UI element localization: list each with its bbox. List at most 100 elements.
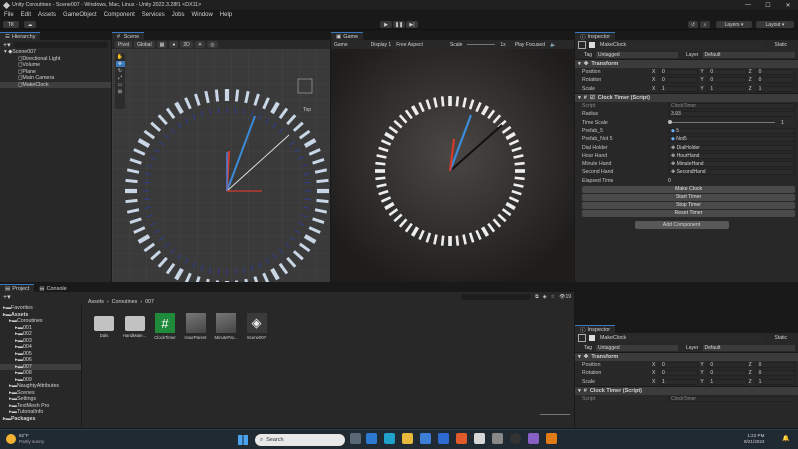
display-dropdown[interactable]: Display 1	[371, 42, 392, 48]
pivot-dropdown[interactable]: Pivot	[115, 41, 133, 48]
tag-dropdown[interactable]: Untagged	[596, 344, 678, 351]
hour-hand-field[interactable]: ✥ HourHand	[668, 152, 795, 159]
breadcrumb-assets[interactable]: Assets	[88, 299, 104, 305]
prefab5-field[interactable]: ◆ 5	[668, 127, 795, 134]
move-tool-icon[interactable]: ✥	[115, 61, 125, 67]
icon-size-slider[interactable]	[540, 414, 570, 415]
radius-field[interactable]: 3.93	[668, 111, 795, 118]
game-mode-dropdown[interactable]: Game	[334, 42, 348, 48]
stop-timer-button[interactable]: Stop Timer	[582, 201, 795, 209]
menu-assets[interactable]: Assets	[38, 12, 56, 18]
position-z-field[interactable]: 0	[755, 362, 795, 369]
store-icon[interactable]	[420, 433, 431, 444]
weather-widget[interactable]: 82°F Partly sunny	[6, 433, 44, 445]
object-name-field[interactable]: MakeClock	[598, 334, 764, 342]
unity-hub-icon[interactable]	[492, 433, 503, 444]
position-y-field[interactable]: 0	[707, 362, 747, 369]
layout-dropdown[interactable]: Layout ▾	[756, 21, 794, 28]
tab-console[interactable]: ▤ Console	[34, 284, 72, 292]
transform-header[interactable]: ▾ ✥ Transform	[575, 59, 798, 68]
add-icon[interactable]: +▾	[3, 41, 11, 49]
close-button[interactable]: ✕	[778, 0, 798, 10]
scale-slider[interactable]	[467, 44, 496, 45]
minimize-button[interactable]: —	[738, 0, 758, 10]
tag-dropdown[interactable]: Untagged	[596, 51, 678, 58]
global-dropdown[interactable]: Global	[134, 41, 155, 48]
scale-x-field[interactable]: 1	[659, 378, 699, 385]
brave-icon[interactable]	[456, 433, 467, 444]
make-clock-button[interactable]: Make Clock	[582, 185, 795, 193]
prefabnot5-field[interactable]: ◆ Not5	[668, 136, 795, 143]
breadcrumb-coroutines[interactable]: Coroutines	[112, 299, 138, 305]
account-button[interactable]: TK	[3, 21, 19, 28]
script-enabled-checkbox[interactable]: ☑	[590, 95, 595, 101]
scale-z-field[interactable]: 1	[755, 85, 795, 92]
reset-timer-button[interactable]: Reset Timer	[582, 209, 795, 217]
gizmos-icon[interactable]: ◎	[207, 41, 218, 48]
mute-icon[interactable]: 🔈	[550, 42, 556, 48]
menu-window[interactable]: Window	[191, 12, 212, 18]
menu-help[interactable]: Help	[220, 12, 232, 18]
script-header[interactable]: ▾ # ☑ Clock Timer (Script)	[575, 92, 798, 102]
tab-project[interactable]: ▤ Project	[0, 284, 35, 292]
position-x-field[interactable]: 0	[659, 69, 699, 76]
rotation-y-field[interactable]: 0	[707, 370, 747, 377]
layer-dropdown[interactable]: Default	[702, 344, 795, 351]
add-icon[interactable]: +▾	[3, 293, 11, 301]
widgets-icon[interactable]	[366, 433, 377, 444]
asset-item[interactable]: ◈ Scene007	[245, 313, 269, 340]
menu-component[interactable]: Component	[104, 12, 135, 18]
tray-time[interactable]: 1:22 PM 8/21/2024	[744, 433, 764, 445]
asset-item[interactable]: HandMate...	[123, 313, 147, 338]
rect-tool-icon[interactable]: ▭	[118, 82, 123, 88]
start-timer-button[interactable]: Start Timer	[582, 193, 795, 201]
scene-viewport[interactable]: Top	[112, 49, 330, 282]
aspect-dropdown[interactable]: Free Aspect	[396, 42, 423, 48]
menu-services[interactable]: Services	[142, 12, 165, 18]
asset-item[interactable]: # ClockTimer	[153, 313, 177, 340]
hierarchy-item[interactable]: ◻ MakeClock	[0, 81, 111, 88]
hierarchy-search-input[interactable]	[13, 41, 108, 48]
breadcrumb-007[interactable]: 007	[145, 299, 154, 305]
visual-studio-icon[interactable]	[528, 433, 539, 444]
lighting-icon[interactable]: ☀	[194, 41, 206, 48]
position-y-field[interactable]: 0	[707, 69, 747, 76]
menu-edit[interactable]: Edit	[21, 12, 31, 18]
tab-inspector-2[interactable]: ⓘ Inspector	[575, 325, 616, 334]
static-toggle[interactable]: Static	[766, 335, 795, 341]
slider-thumb[interactable]	[668, 120, 672, 125]
position-z-field[interactable]: 0	[755, 69, 795, 76]
grid-snap-icon[interactable]: ▦	[156, 41, 168, 48]
rotation-x-field[interactable]: 0	[659, 77, 699, 84]
mail-icon[interactable]	[438, 433, 449, 444]
dial-holder-field[interactable]: ✥ DialHolder	[668, 144, 795, 151]
asset-item[interactable]: HourParent	[184, 313, 208, 340]
transform-tool-icon[interactable]: ⊞	[118, 89, 122, 95]
notification-icon[interactable]: 🔔	[782, 435, 789, 442]
scale-y-field[interactable]: 1	[707, 378, 747, 385]
scale-tool-icon[interactable]: ⤢	[118, 75, 122, 81]
rotation-x-field[interactable]: 0	[659, 370, 699, 377]
2d-toggle[interactable]: 2D	[180, 41, 193, 48]
active-checkbox[interactable]	[589, 335, 595, 341]
filter-icon[interactable]: ⧉	[535, 294, 539, 300]
task-view-icon[interactable]	[350, 433, 361, 444]
second-hand-field[interactable]: ✥ SecondHand	[668, 169, 795, 176]
unity-app-icon[interactable]	[474, 433, 485, 444]
edge-icon[interactable]	[384, 433, 395, 444]
scale-y-field[interactable]: 1	[707, 85, 747, 92]
tab-scene[interactable]: # Scene	[112, 32, 145, 40]
tab-inspector[interactable]: ⓘ Inspector	[575, 32, 616, 41]
step-button[interactable]: ▶|	[406, 21, 418, 28]
vlc-icon[interactable]	[546, 433, 557, 444]
asset-item[interactable]: Dals	[92, 313, 116, 338]
rotation-y-field[interactable]: 0	[707, 77, 747, 84]
layer-dropdown[interactable]: Default	[702, 51, 795, 58]
position-x-field[interactable]: 0	[659, 362, 699, 369]
maximize-button[interactable]: ☐	[758, 0, 778, 10]
label-icon[interactable]: ◈	[543, 294, 547, 300]
minute-hand-field[interactable]: ✥ MinuteHand	[668, 161, 795, 168]
windows-start-icon[interactable]	[238, 435, 248, 445]
layers-dropdown[interactable]: Layers ▾	[716, 21, 752, 28]
add-component-button[interactable]: Add Component	[634, 220, 729, 229]
